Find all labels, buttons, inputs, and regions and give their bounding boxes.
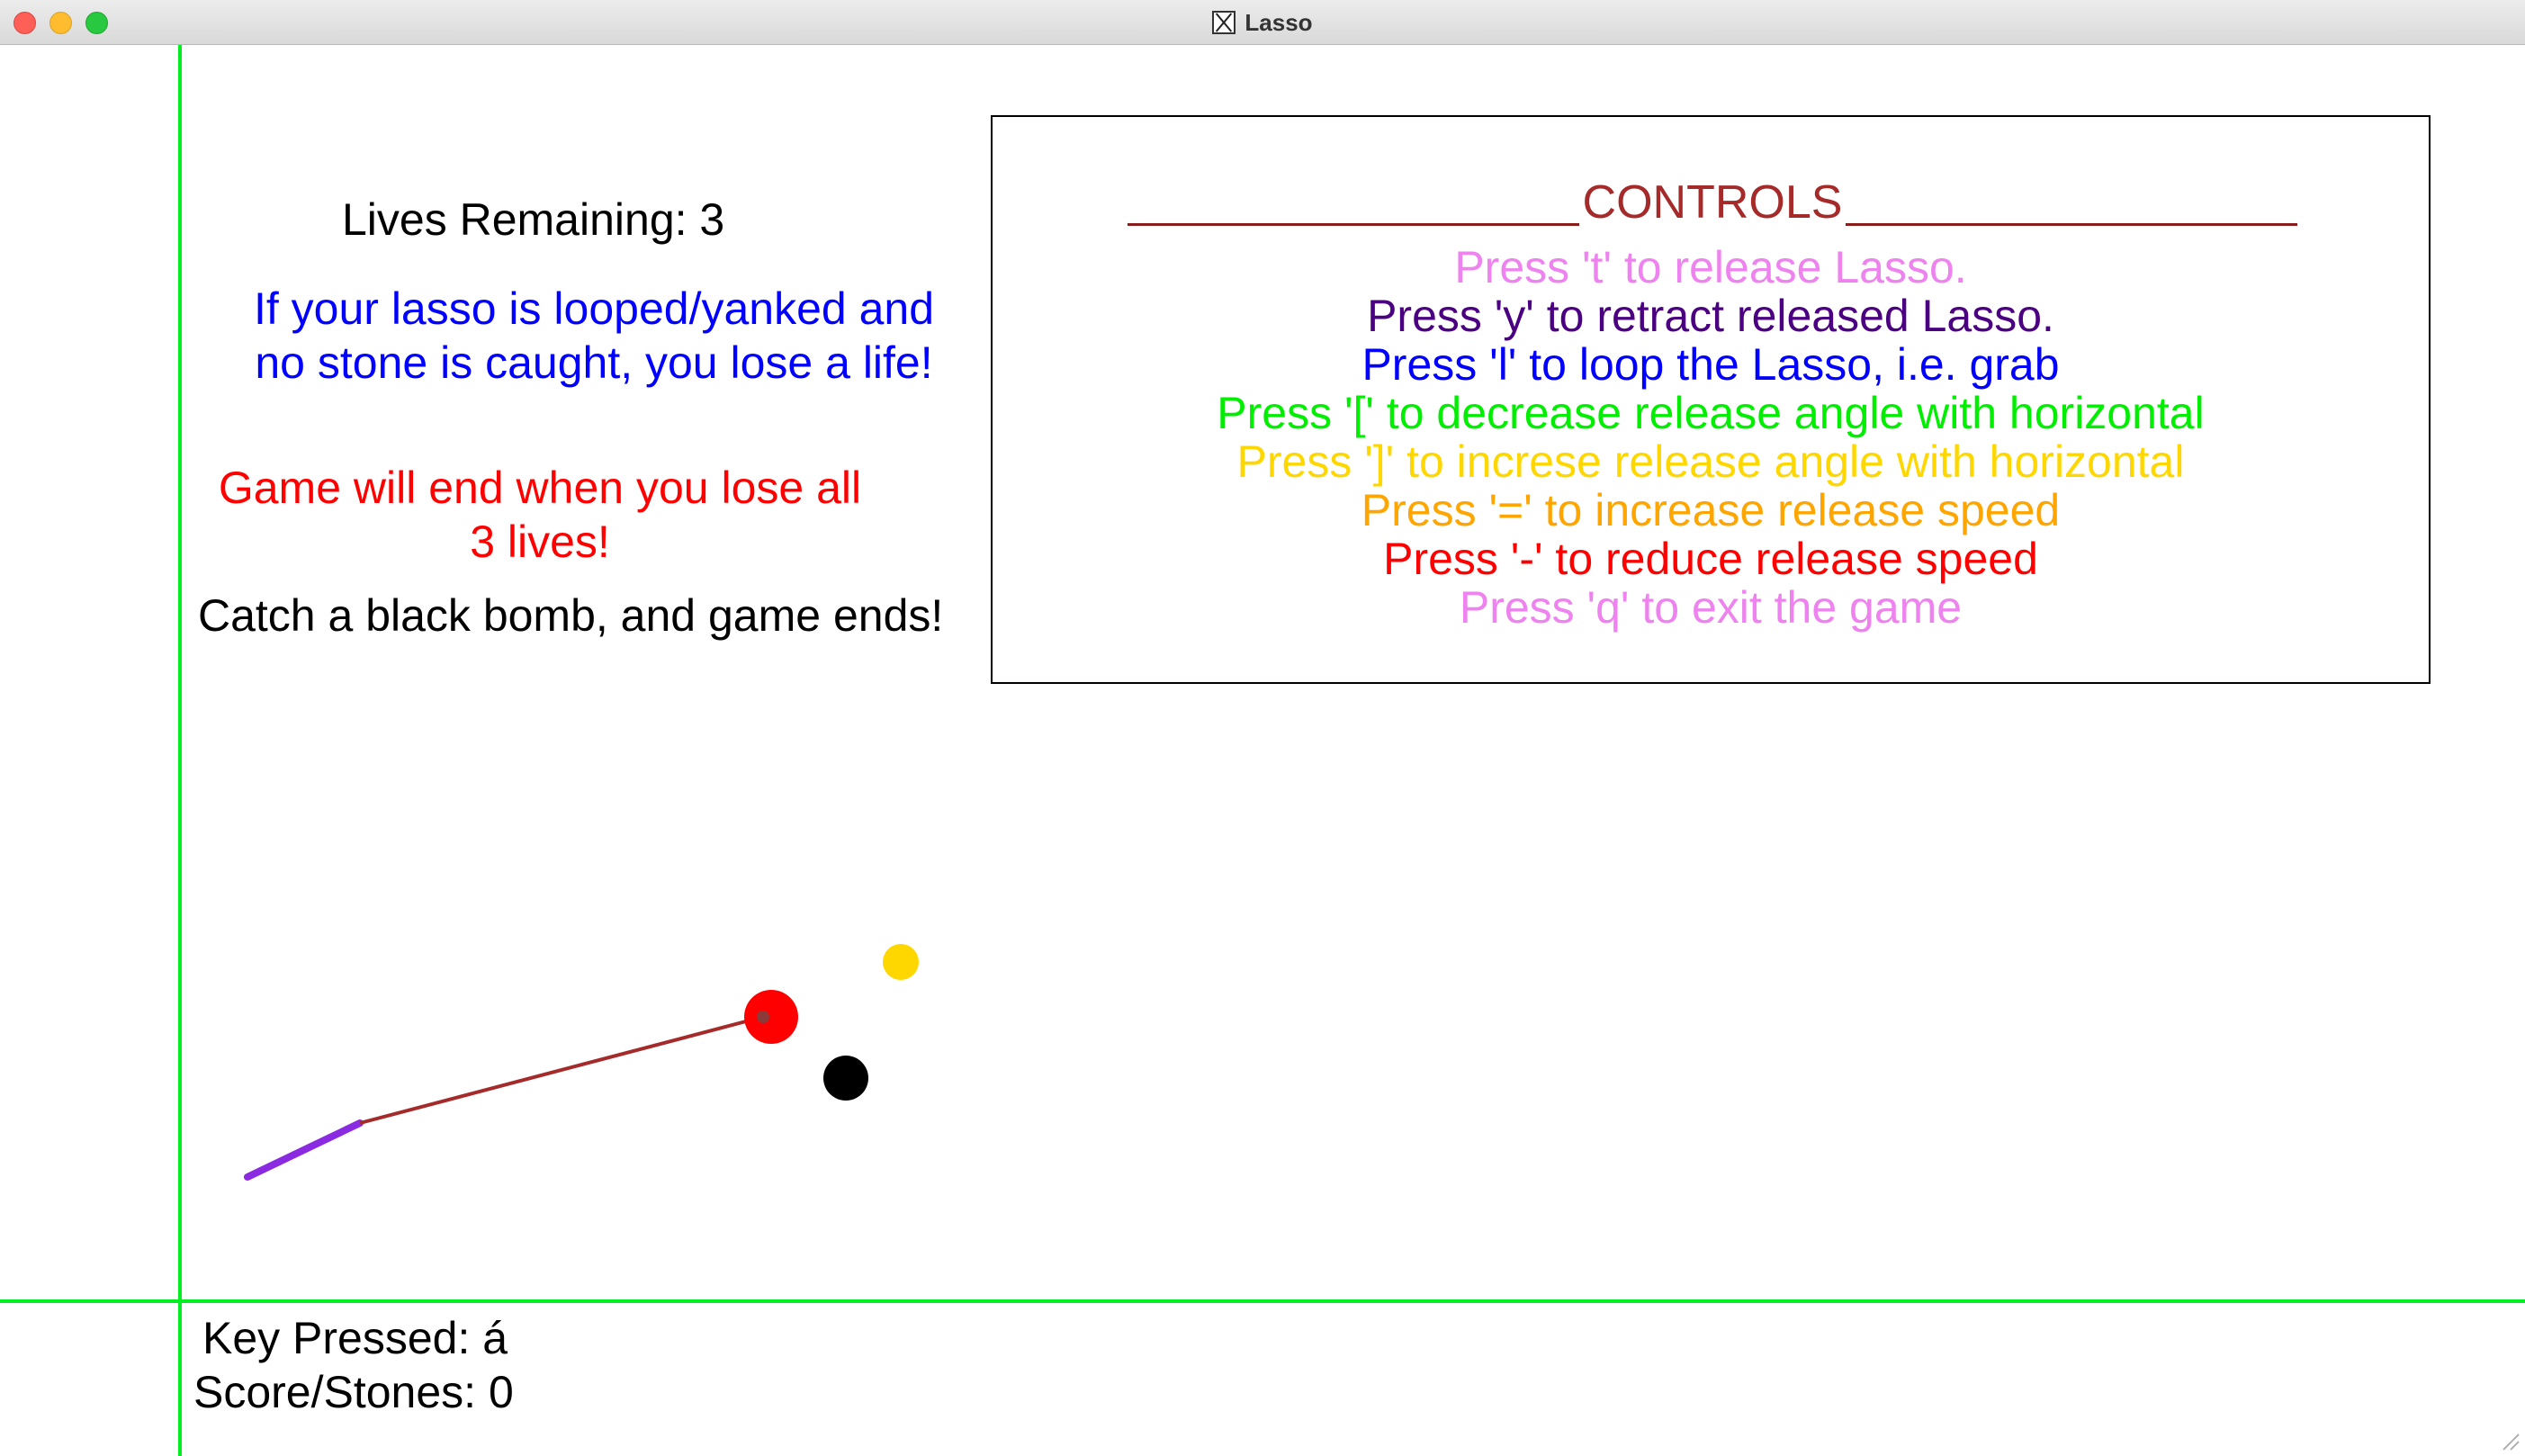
lasso-tip	[744, 990, 798, 1044]
gold-coin	[883, 944, 919, 980]
score-label: Score/Stones: 0	[193, 1367, 514, 1417]
black-bomb	[823, 1056, 868, 1101]
key-pressed-label: Key Pressed: á	[202, 1313, 508, 1363]
lasso-rope	[359, 1015, 764, 1125]
resize-grip-icon[interactable]	[2500, 1431, 2520, 1451]
game-scene	[244, 944, 919, 1181]
lasso-tip-knot	[757, 1011, 769, 1023]
game-window: Lasso Lives Remaining: 3 If your lasso i…	[0, 0, 2525, 1456]
lasso-handle	[244, 1119, 364, 1181]
